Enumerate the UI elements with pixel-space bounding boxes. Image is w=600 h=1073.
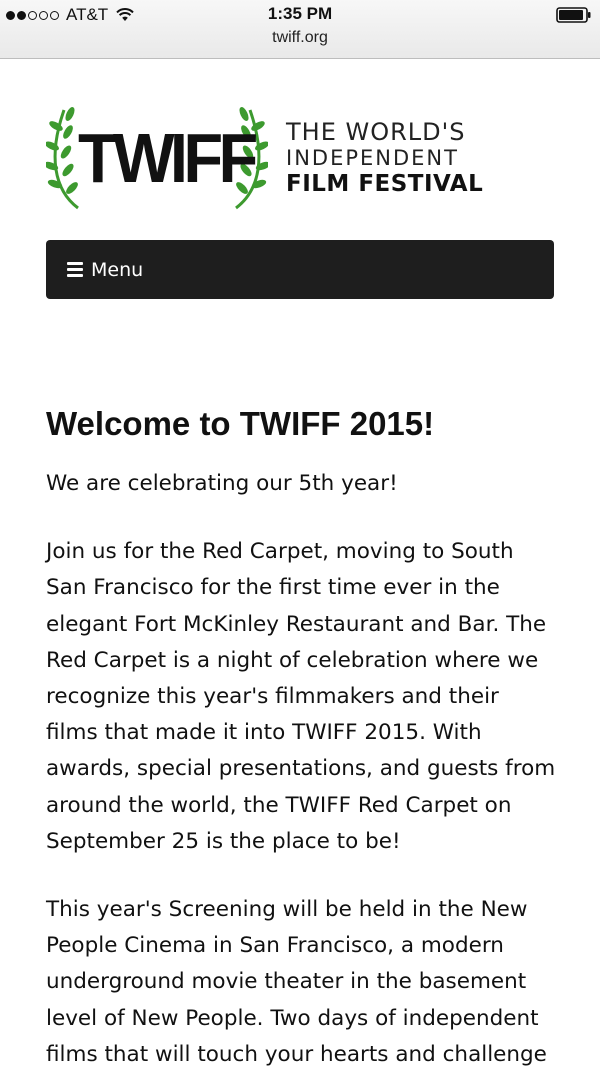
logo-tagline-line1: THE WORLD'S xyxy=(286,118,466,146)
hamburger-line xyxy=(67,274,83,277)
hamburger-icon xyxy=(67,262,83,277)
logo-tagline-line3: FILM FESTIVAL xyxy=(286,171,484,197)
site-logo[interactable]: TWIFF THE WORLD'S INDEPENDENT FILM FESTI… xyxy=(46,104,486,212)
clock: 1:35 PM xyxy=(267,4,333,23)
battery-icon xyxy=(556,7,591,23)
red-carpet-paragraph: Join us for the Red Carpet, moving to So… xyxy=(46,539,556,854)
menu-label: Menu xyxy=(91,258,144,281)
logo-tagline-line2: INDEPENDENT xyxy=(286,146,459,170)
logo-wordmark: TWIFF xyxy=(78,119,258,197)
address-bar-url[interactable]: twiff.org xyxy=(0,29,600,47)
status-bar: AT&T 1:35 PM twiff.org xyxy=(0,0,600,59)
hamburger-line xyxy=(67,268,83,271)
page-title: Welcome to TWIFF 2015! xyxy=(46,405,435,442)
menu-button[interactable]: Menu xyxy=(46,240,554,299)
article: Welcome to TWIFF 2015! We are celebratin… xyxy=(46,400,556,1073)
logo-tagline: THE WORLD'S INDEPENDENT FILM FESTIVAL xyxy=(286,118,483,198)
hamburger-line xyxy=(67,262,83,265)
intro-paragraph: We are celebrating our 5th year! xyxy=(46,471,398,496)
screening-paragraph: This year's Screening will be held in th… xyxy=(46,897,547,1067)
